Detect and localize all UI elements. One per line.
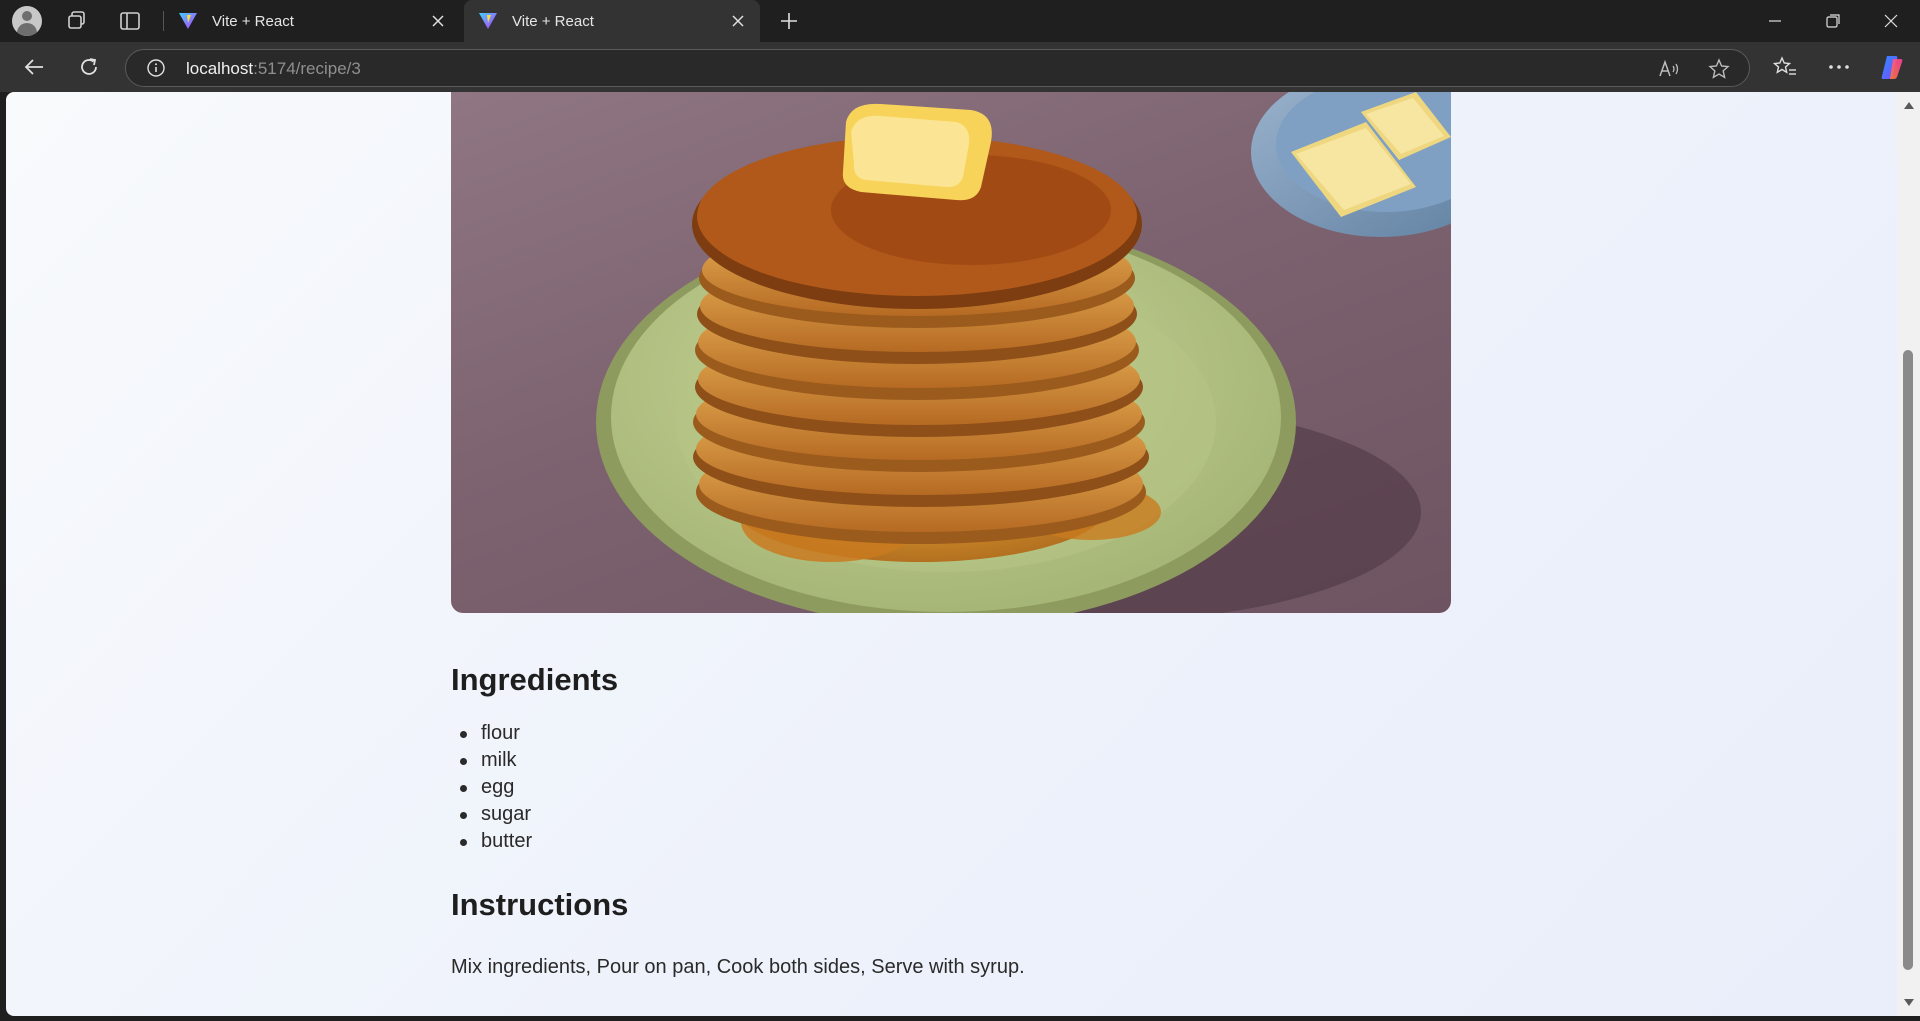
list-item: sugar bbox=[451, 801, 532, 828]
pancake-illustration bbox=[596, 92, 1451, 613]
vite-logo-icon bbox=[179, 13, 197, 29]
tab-title: Vite + React bbox=[512, 12, 594, 30]
restore-icon[interactable] bbox=[1804, 0, 1862, 42]
star-icon[interactable] bbox=[1707, 57, 1731, 81]
back-arrow-icon[interactable] bbox=[18, 51, 50, 83]
plus-icon[interactable] bbox=[774, 6, 804, 36]
refresh-icon[interactable] bbox=[73, 51, 105, 83]
address-bar[interactable]: localhost:5174/recipe/3 bbox=[125, 49, 1750, 87]
scroll-up-icon[interactable] bbox=[1901, 98, 1916, 112]
recipe-image bbox=[451, 92, 1451, 613]
list-item: milk bbox=[451, 747, 532, 774]
minimize-icon[interactable] bbox=[1746, 0, 1804, 42]
scrollbar-thumb[interactable] bbox=[1903, 350, 1913, 970]
list-item: egg bbox=[451, 774, 532, 801]
more-icon[interactable] bbox=[1823, 51, 1855, 83]
url-text[interactable]: localhost:5174/recipe/3 bbox=[186, 59, 361, 79]
ingredients-heading: Ingredients bbox=[451, 662, 619, 697]
browser-toolbar: localhost:5174/recipe/3 bbox=[0, 42, 1920, 92]
window-bottom-edge bbox=[0, 1016, 1920, 1021]
favorites-icon[interactable] bbox=[1769, 51, 1801, 83]
title-bar: Vite + React Vite + React bbox=[0, 0, 1920, 42]
page-scrollbar[interactable] bbox=[1897, 92, 1920, 1016]
url-host: localhost bbox=[186, 59, 254, 78]
close-icon[interactable] bbox=[728, 11, 748, 31]
info-icon[interactable] bbox=[146, 58, 166, 78]
close-icon[interactable] bbox=[1862, 0, 1920, 42]
vite-logo-icon bbox=[479, 13, 497, 29]
ingredients-list: flour milk egg sugar butter bbox=[451, 720, 532, 855]
close-icon[interactable] bbox=[428, 11, 448, 31]
vertical-tabs-icon[interactable] bbox=[115, 6, 145, 36]
list-item: flour bbox=[451, 720, 532, 747]
page-viewport: Ingredients flour milk egg sugar butter … bbox=[6, 92, 1897, 1016]
instructions-text: Mix ingredients, Pour on pan, Cook both … bbox=[451, 956, 1025, 978]
tab-title: Vite + React bbox=[212, 12, 294, 30]
scroll-down-icon[interactable] bbox=[1901, 996, 1916, 1010]
tab-active[interactable]: Vite + React bbox=[464, 0, 760, 42]
copilot-icon[interactable] bbox=[1878, 53, 1906, 81]
list-item: butter bbox=[451, 828, 532, 855]
instructions-heading: Instructions bbox=[451, 887, 629, 922]
url-path: :5174/recipe/3 bbox=[253, 59, 361, 78]
read-aloud-icon[interactable] bbox=[1657, 57, 1681, 81]
recipe-content: Ingredients flour milk egg sugar butter … bbox=[451, 92, 1451, 978]
profile-avatar-icon[interactable] bbox=[12, 6, 42, 36]
workspaces-icon[interactable] bbox=[62, 6, 92, 36]
tab-inactive[interactable]: Vite + React bbox=[164, 0, 460, 42]
